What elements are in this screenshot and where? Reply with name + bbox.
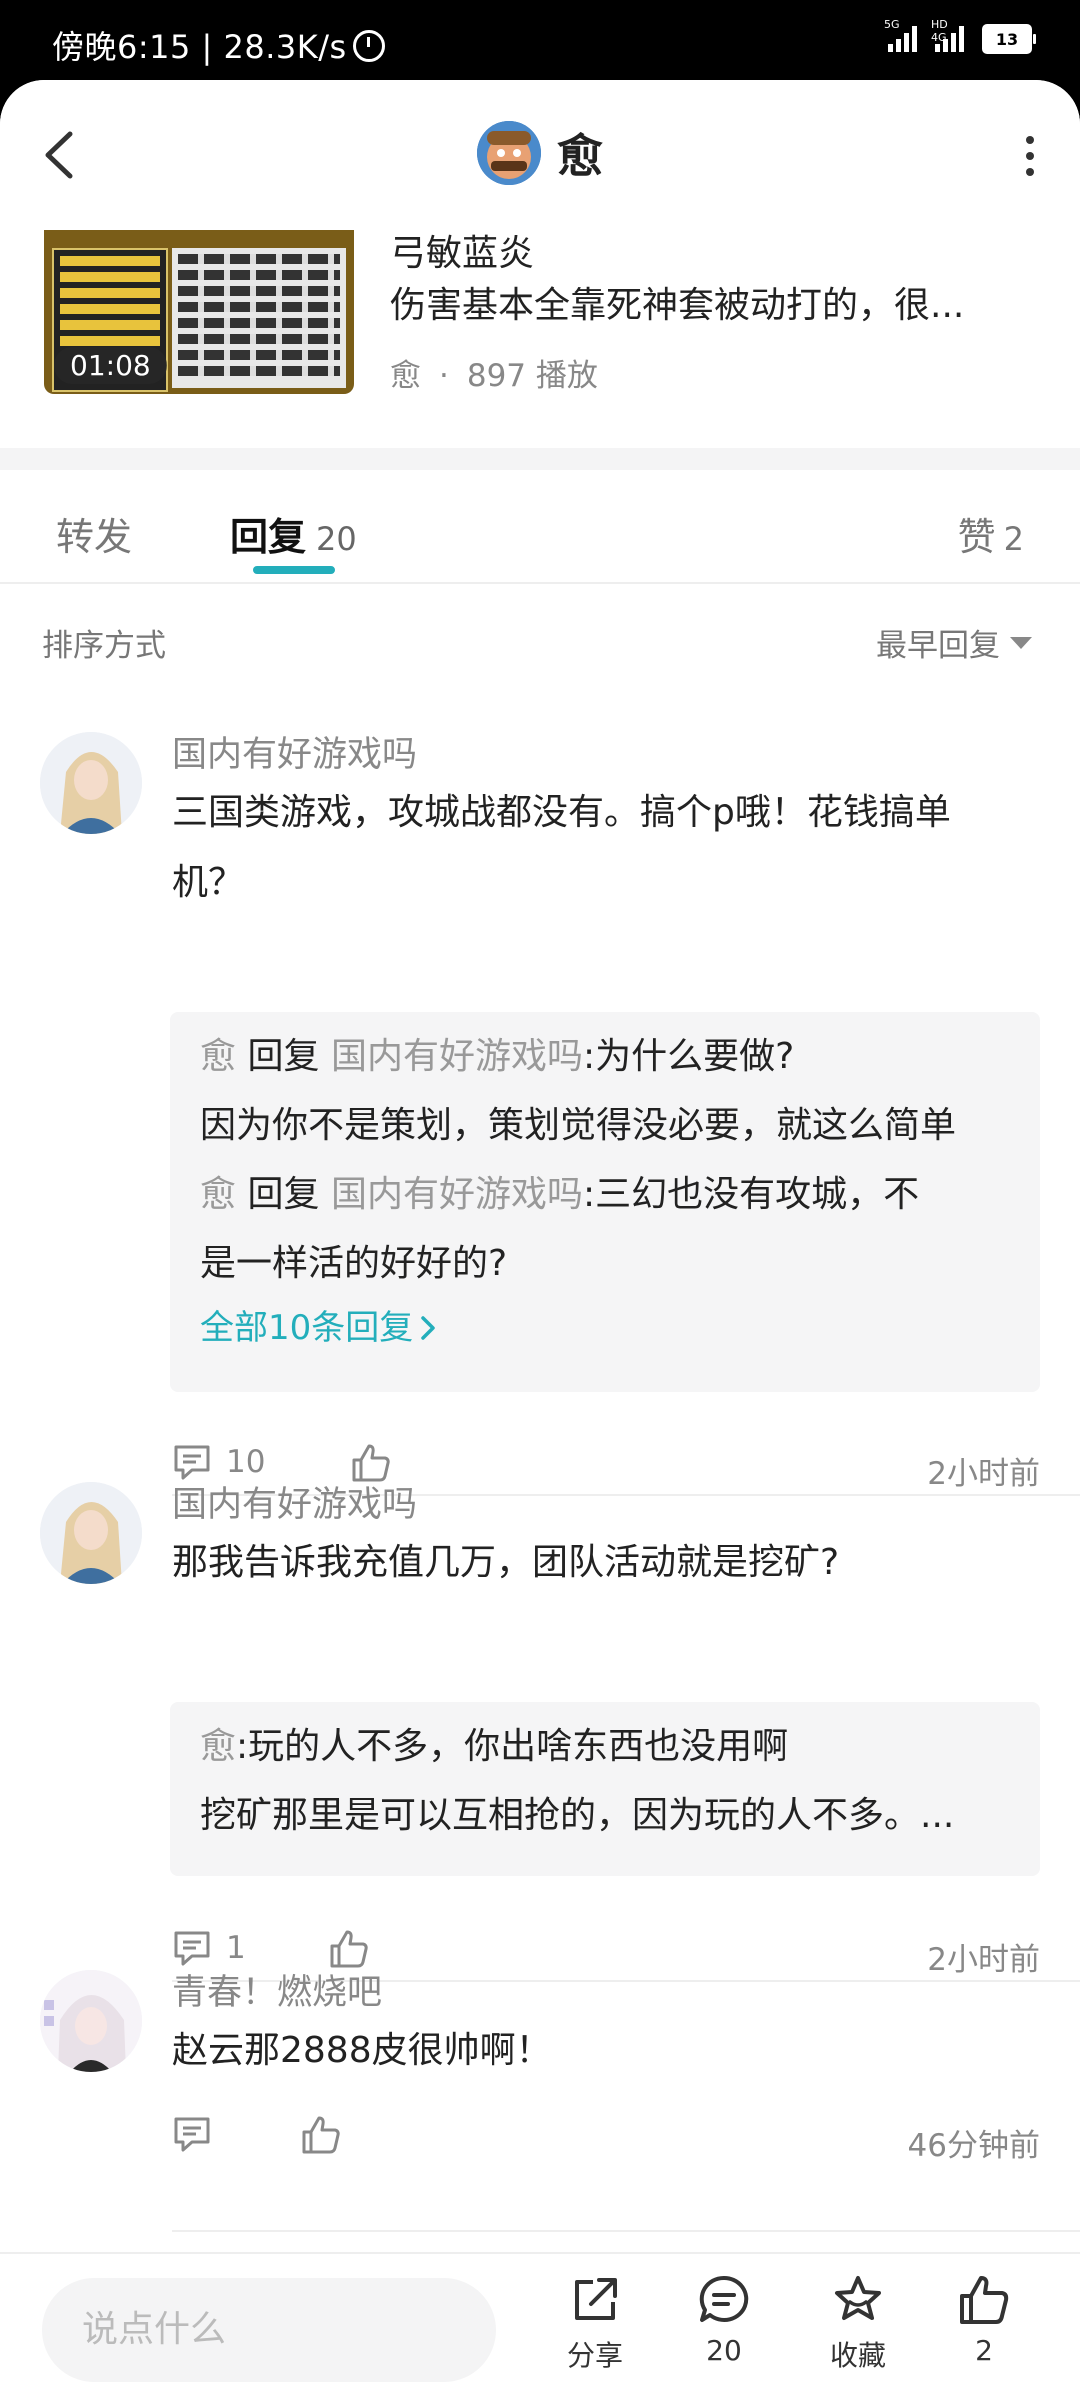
- video-title-line2: 伤害基本全靠死神套被动打的，很...: [390, 285, 965, 326]
- view-all-replies-link[interactable]: 全部10条回复: [170, 1298, 1040, 1358]
- sort-dropdown[interactable]: 最早回复: [876, 620, 1032, 665]
- status-icons: 5G HD 4G 13: [884, 18, 1036, 54]
- share-icon: [575, 2278, 617, 2320]
- more-dots-icon: [1026, 136, 1034, 144]
- video-card[interactable]: 01:08 弓敏蓝炎 伤害基本全靠死神套被动打的，很... 愈 · 897 播放: [0, 230, 1080, 460]
- thumbs-up-icon: [302, 2116, 340, 2154]
- comment-text: 赵云那2888皮很帅啊！: [172, 2030, 552, 2071]
- chevron-right-icon: [421, 1316, 436, 1340]
- comment-reply-count: 10: [226, 1444, 266, 1480]
- page-title: 愈: [557, 129, 603, 183]
- reply-button[interactable]: [172, 2114, 212, 2154]
- comment-input[interactable]: 说点什么: [42, 2278, 496, 2382]
- sort-bar: 排序方式 最早回复: [0, 584, 1080, 684]
- video-thumbnail[interactable]: 01:08: [44, 230, 354, 394]
- video-plays: 897 播放: [466, 358, 598, 394]
- more-button[interactable]: [1020, 136, 1040, 176]
- likes-count: 2: [975, 2334, 993, 2367]
- comment-reply-count: 1: [226, 1930, 246, 1966]
- status-time-speed: 傍晚6:15 | 28.3K/s: [52, 22, 385, 68]
- reply-count: 20: [316, 520, 357, 558]
- star-icon: [835, 2276, 881, 2320]
- bottom-bar: 说点什么 分享 20 收藏 2: [0, 2252, 1080, 2400]
- comments-button[interactable]: 20: [674, 2272, 774, 2367]
- reply-button[interactable]: 1: [172, 1928, 246, 1968]
- comment-username[interactable]: 国内有好游戏吗: [172, 1476, 417, 1527]
- comment-text: 三国类游戏，攻城战都没有。搞个p哦！花钱搞单机？: [172, 792, 951, 903]
- author-avatar-image: [477, 121, 541, 185]
- video-title-line1: 弓敏蓝炎: [390, 233, 535, 274]
- avatar[interactable]: [477, 121, 541, 185]
- comment-item[interactable]: 国内有好游戏吗 三国类游戏，攻城战都没有。搞个p哦！花钱搞单机？ 愈 回复 国内…: [0, 726, 1080, 1496]
- user-avatar-image: [40, 732, 142, 834]
- sub-reply-continued: 是一样活的好好的?: [200, 1243, 508, 1284]
- user-avatar-image: [40, 1482, 142, 1584]
- like-count: 2: [1003, 520, 1024, 558]
- section-divider: [0, 448, 1080, 470]
- comment-icon: [174, 1931, 210, 1966]
- comment-item[interactable]: 青春！燃烧吧 赵云那2888皮很帅啊！ 46分钟前: [0, 1964, 1080, 2244]
- author-title[interactable]: 愈: [0, 120, 1080, 186]
- page: 愈 01:08 弓敏蓝炎 伤害基本全靠死神套被动打的，很... 愈 · 897 播放…: [0, 80, 1080, 2400]
- comment-username[interactable]: 国内有好游戏吗: [172, 726, 417, 777]
- comment-time: 46分钟前: [907, 2128, 1040, 2164]
- avatar[interactable]: [40, 1970, 142, 2072]
- sort-label: 排序方式: [42, 628, 166, 664]
- tab-like[interactable]: 赞2: [958, 506, 1024, 561]
- sub-replies[interactable]: 愈:玩的人不多，你出啥东西也没用啊 挖矿那里是可以互相抢的，因为玩的人不多。..…: [170, 1702, 1040, 1876]
- comment-icon: [174, 2117, 210, 2152]
- video-author: 愈: [390, 358, 421, 394]
- divider: [172, 2230, 1080, 2232]
- user-avatar-image: [40, 1970, 142, 2072]
- comment-bubble-icon: [699, 2275, 749, 2322]
- signal-5g-icon: 5G: [884, 18, 917, 52]
- battery-icon: 13: [982, 24, 1036, 54]
- comment-username[interactable]: 青春！燃烧吧: [172, 1964, 382, 2015]
- sub-reply: 愈:玩的人不多，你出啥东西也没用啊: [200, 1726, 789, 1767]
- avatar[interactable]: [40, 1482, 142, 1584]
- sub-reply-continued: 挖矿那里是可以互相抢的，因为玩的人不多。...: [200, 1795, 955, 1836]
- comment-item[interactable]: 国内有好游戏吗 那我告诉我充值几万，团队活动就是挖矿? 愈:玩的人不多，你出啥东…: [0, 1476, 1080, 1982]
- comments-count: 20: [706, 2334, 742, 2367]
- sub-replies[interactable]: 愈 回复 国内有好游戏吗:为什么要做? 因为你不是策划，策划觉得没必要，就这么简…: [170, 1012, 1040, 1392]
- video-duration: 01:08: [54, 347, 167, 384]
- like-post-button[interactable]: 2: [934, 2272, 1034, 2367]
- favorite-button[interactable]: 收藏: [808, 2272, 908, 2374]
- header: 愈: [0, 80, 1080, 230]
- avatar[interactable]: [40, 732, 142, 834]
- thumbs-up-icon: [960, 2276, 1009, 2324]
- comment-text: 那我告诉我充值几万，团队活动就是挖矿?: [172, 1542, 840, 1583]
- tab-indicator: [253, 566, 335, 574]
- sub-reply: 愈 回复 国内有好游戏吗:为什么要做?: [200, 1036, 795, 1077]
- caret-down-icon: [1010, 636, 1032, 649]
- sub-reply-continued: 因为你不是策划，策划觉得没必要，就这么简单: [200, 1105, 957, 1146]
- tab-reply[interactable]: 回复 20: [230, 506, 357, 561]
- signal-4g-icon: HD 4G: [931, 18, 964, 52]
- like-button[interactable]: [300, 2114, 342, 2160]
- tab-forward[interactable]: 转发: [56, 506, 132, 561]
- tab-bar: 转发 回复 20 赞2: [0, 470, 1080, 584]
- share-button[interactable]: 分享: [545, 2272, 645, 2374]
- alarm-icon: [352, 30, 385, 62]
- comment-actions: 46分钟前: [172, 2114, 1040, 2164]
- status-bar: 傍晚6:15 | 28.3K/s 5G HD 4G 13: [0, 0, 1080, 80]
- sub-reply: 愈 回复 国内有好游戏吗:三幻也没有攻城，不: [200, 1174, 920, 1215]
- video-meta: 愈 · 897 播放: [390, 358, 598, 394]
